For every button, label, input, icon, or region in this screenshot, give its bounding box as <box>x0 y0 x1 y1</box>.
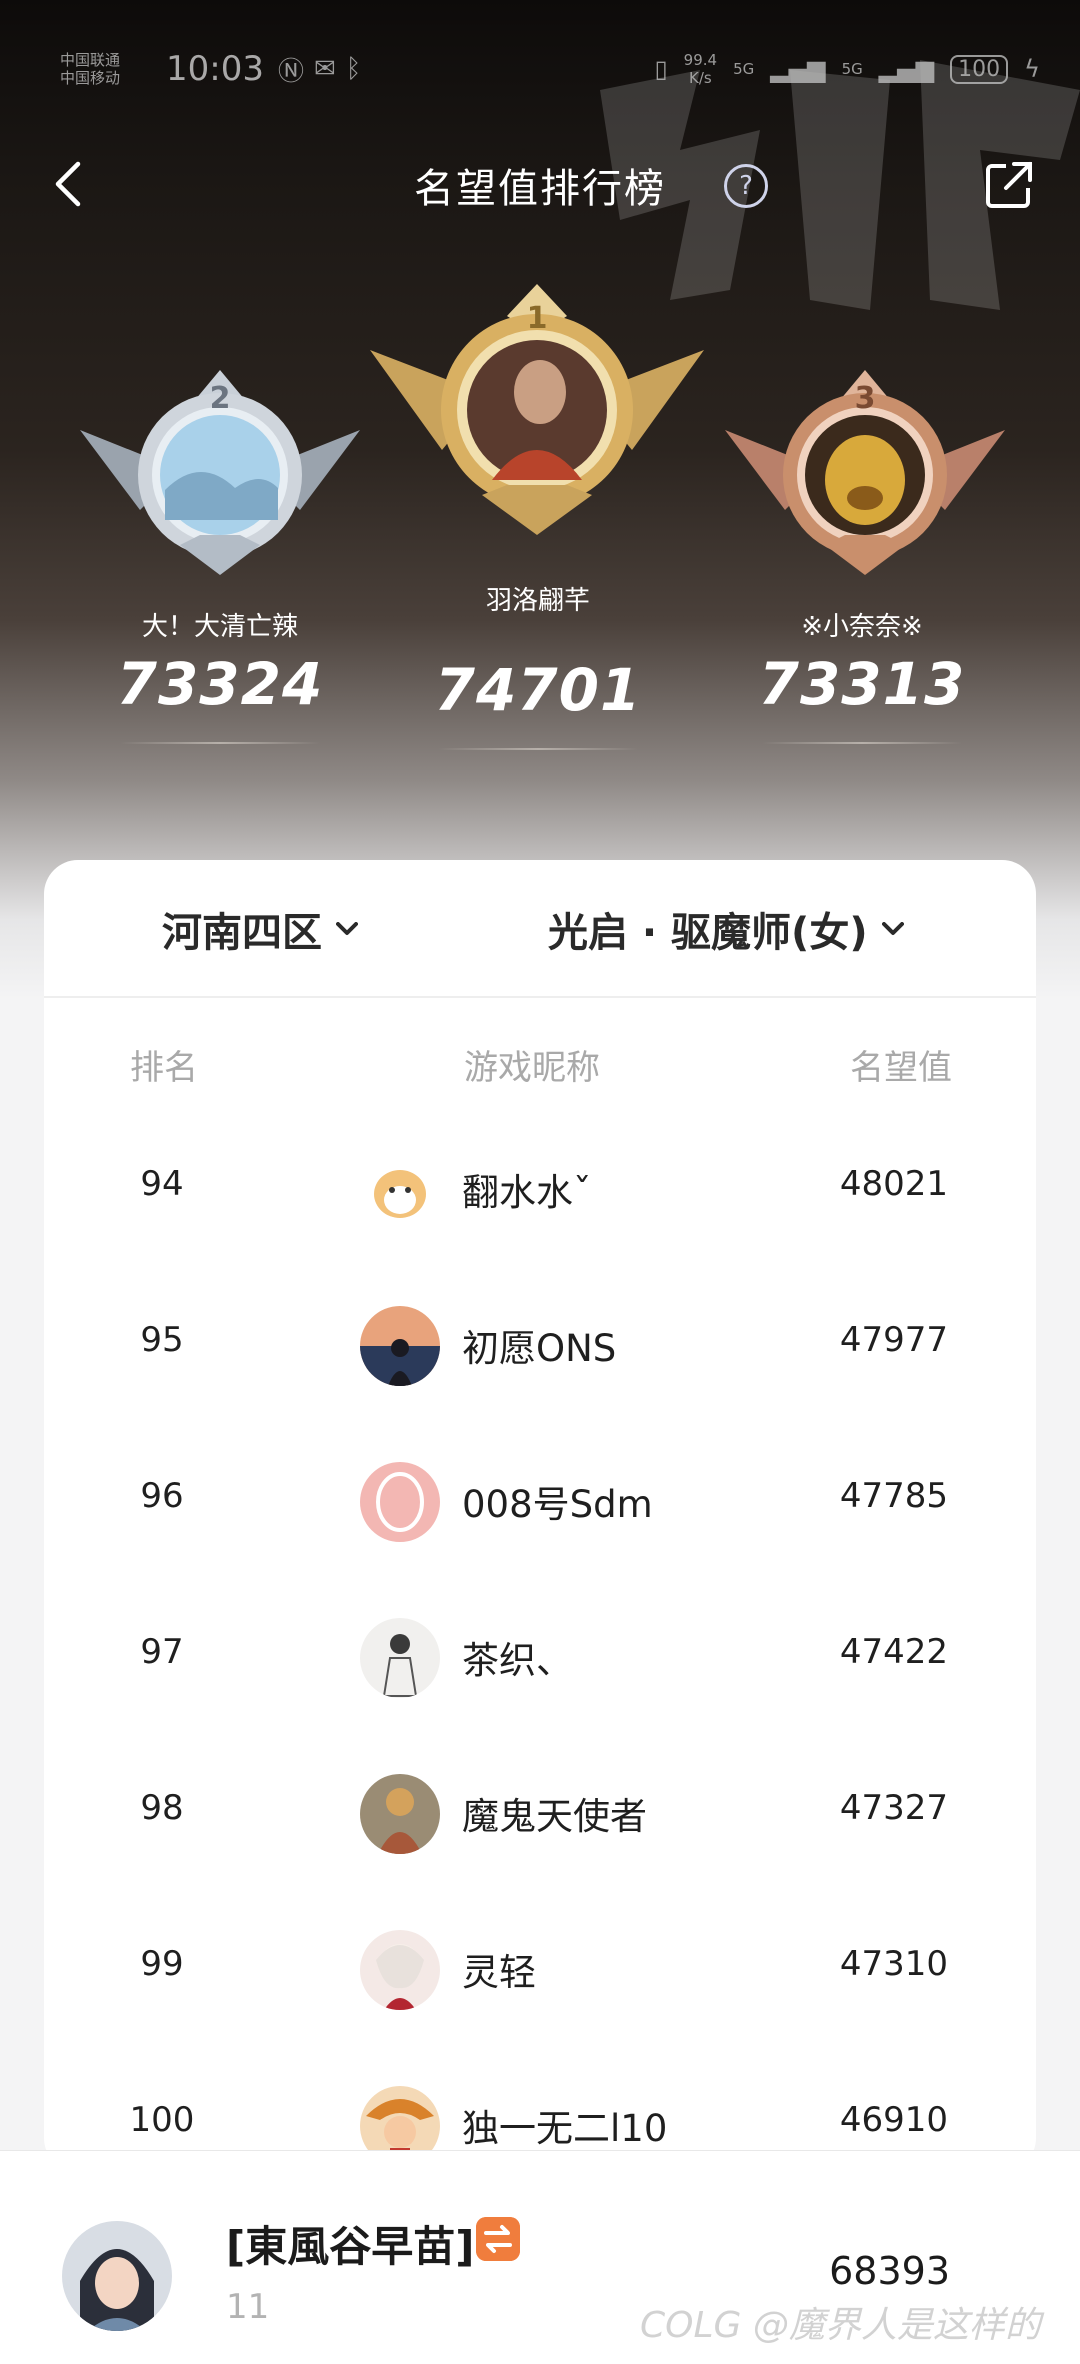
table-header: 排名 游戏昵称 名望值 <box>44 1040 1036 1100</box>
vibrate-icon: ▯ <box>654 55 668 83</box>
watermark: COLG @魔界人是这样的 <box>640 2305 1041 2346</box>
avatar <box>360 1930 440 2010</box>
row-score: 47977 <box>839 1320 948 1360</box>
row-nickname: 茶织、 <box>462 1639 573 1682</box>
signal-bars-icon: ▂▄▆ <box>770 55 826 83</box>
job-dropdown[interactable]: 光启 · 驱魔师(女) <box>548 900 904 958</box>
status-bar: 中国联通 中国移动 10:03 Ⓝ ✉ ᛒ ▯ 99.4 K/s 5G ▂▄▆ … <box>60 44 1040 94</box>
bluetooth-icon: ᛒ <box>345 54 362 84</box>
chevron-down-icon <box>881 922 904 935</box>
nfc-icon: Ⓝ <box>277 56 304 87</box>
row-nickname: 魔鬼天使者 <box>462 1795 647 1838</box>
column-score: 名望值 <box>850 1048 952 1088</box>
carrier-1: 中国联通 <box>60 51 121 69</box>
signal-2-label: 5G <box>841 60 863 78</box>
row-nickname: 008号Sdm <box>462 1483 653 1526</box>
my-score: 68393 <box>829 2249 950 2293</box>
row-rank: 94 <box>140 1164 184 1204</box>
header: 名望值排行榜 ? <box>0 150 1080 220</box>
rank-2-name[interactable]: 大！大清亡辣 <box>70 606 370 643</box>
table-row[interactable]: 98 魔鬼天使者 47327 <box>44 1734 1036 1890</box>
charging-icon: ϟ <box>1024 55 1040 83</box>
rank-3-number: 3 <box>855 381 876 416</box>
net-speed: 99.4 K/s <box>684 51 717 87</box>
row-score: 47422 <box>839 1632 948 1672</box>
rank-3-score: 73313 <box>758 650 966 718</box>
row-rank: 100 <box>129 2100 195 2140</box>
rank-3-name[interactable]: ※小奈奈※ <box>712 606 1012 643</box>
rank-2-score: 73324 <box>116 650 324 718</box>
rank-1-badge: 1 <box>370 284 704 535</box>
row-score: 48021 <box>839 1164 948 1204</box>
battery-indicator: 100 <box>950 54 1009 84</box>
row-score: 47310 <box>839 1944 948 1984</box>
table-row[interactable]: 94 翻水水ˇ 48021 <box>44 1110 1036 1266</box>
rank-2-divider <box>120 742 320 744</box>
avatar <box>360 1150 440 1230</box>
row-rank: 99 <box>140 1944 184 1984</box>
chevron-down-icon <box>336 922 358 935</box>
my-avatar <box>62 2221 172 2331</box>
share-icon[interactable] <box>984 160 1034 210</box>
row-nickname: 初愿ONS <box>462 1327 617 1370</box>
my-rank: 11 <box>226 2287 270 2327</box>
row-nickname: 独一无二l10 <box>462 2107 668 2150</box>
column-rank: 排名 <box>130 1048 198 1088</box>
row-nickname: 翻水水ˇ <box>462 1171 592 1214</box>
row-nickname: 灵轻 <box>462 1951 536 1994</box>
signal-bars-2-icon: ▂▄▆ <box>878 55 935 83</box>
rank-2-number: 2 <box>210 381 231 416</box>
signal-1-label: 5G <box>733 60 755 78</box>
ranking-card: 河南四区 光启 · 驱魔师(女) 排名 游戏昵称 名望值 94 翻水水ˇ 480… <box>44 860 1036 2172</box>
status-time: 10:03 <box>166 49 264 89</box>
transfer-badge-icon <box>476 2217 520 2261</box>
server-label: 河南四区 <box>162 910 322 956</box>
row-rank: 96 <box>140 1476 184 1516</box>
notification-icons: Ⓝ ✉ ᛒ <box>278 51 361 88</box>
row-score: 47785 <box>839 1476 948 1516</box>
filter-bar: 河南四区 光启 · 驱魔师(女) <box>44 860 1036 998</box>
app-notification-icon: ✉ <box>314 54 336 84</box>
net-speed-unit: K/s <box>689 69 712 87</box>
avatar <box>360 1462 440 1542</box>
rank-3-divider <box>762 742 962 744</box>
job-label: 光启 · 驱魔师(女) <box>548 910 868 956</box>
row-rank: 95 <box>140 1320 184 1360</box>
page-title: 名望值排行榜 <box>414 166 666 212</box>
carrier-labels: 中国联通 中国移动 <box>60 51 152 87</box>
net-speed-value: 99.4 <box>683 51 718 69</box>
status-right: ▯ 99.4 K/s 5G ▂▄▆ 5G ▂▄▆ 100 ϟ <box>654 51 1040 87</box>
server-dropdown[interactable]: 河南四区 <box>162 900 358 958</box>
my-nickname: [東風谷早苗] <box>226 2222 475 2271</box>
rank-1-number: 1 <box>527 301 548 336</box>
help-question-icon[interactable]: ? <box>724 164 768 208</box>
avatar <box>360 1306 440 1386</box>
table-row[interactable]: 95 初愿ONS 47977 <box>44 1266 1036 1422</box>
avatar <box>360 1618 440 1698</box>
rank-1-divider <box>438 748 638 750</box>
rank-1-name[interactable]: 羽洛翩芊 <box>388 580 688 617</box>
row-score: 46910 <box>839 2100 948 2140</box>
carrier-2: 中国移动 <box>60 69 121 87</box>
column-nickname: 游戏昵称 <box>464 1048 600 1088</box>
row-rank: 97 <box>140 1632 184 1672</box>
rank-3-badge: 3 <box>725 370 1005 575</box>
row-rank: 98 <box>140 1788 184 1828</box>
rank-2-badge: 2 <box>80 370 360 575</box>
avatar <box>360 1774 440 1854</box>
table-row[interactable]: 97 茶织、 47422 <box>44 1578 1036 1734</box>
table-row[interactable]: 96 008号Sdm 47785 <box>44 1422 1036 1578</box>
rank-1-score: 74701 <box>434 656 642 724</box>
row-score: 47327 <box>839 1788 948 1828</box>
table-row[interactable]: 99 灵轻 47310 <box>44 1890 1036 2046</box>
